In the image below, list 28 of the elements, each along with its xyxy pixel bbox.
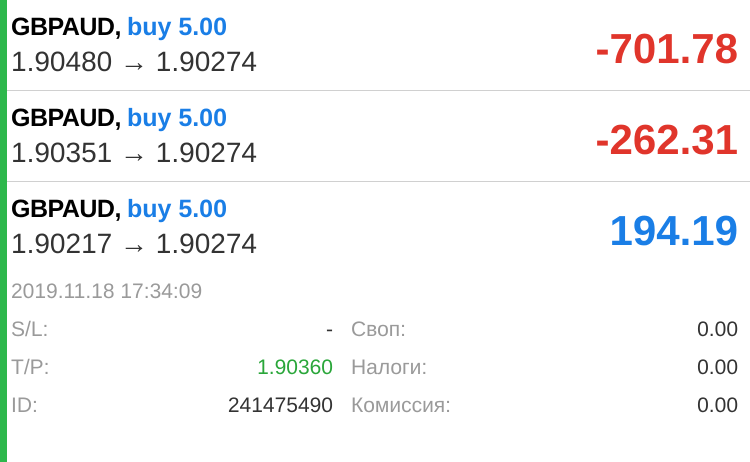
- symbol: GBPAUD,: [11, 194, 121, 224]
- detail-value: 0.00: [697, 318, 738, 342]
- price-change: 1.90217 → 1.90274: [11, 228, 258, 260]
- detail-value: -: [326, 318, 333, 342]
- detail-label: ID:: [11, 394, 38, 418]
- order-type: buy 5.00: [126, 12, 227, 42]
- order-type: buy 5.00: [126, 104, 227, 132]
- price-change: 1.90480 → 1.90274: [11, 46, 258, 78]
- symbol: GBPAUD,: [11, 104, 121, 132]
- detail-label: T/P:: [11, 356, 50, 380]
- position-row[interactable]: GBPAUD, buy 5.00 1.90351 → 1.90274 -262.31: [11, 91, 738, 181]
- profit: -701.78: [596, 25, 738, 73]
- detail-value: 0.00: [697, 394, 738, 418]
- open-time: 2019.11.18 17:34:09: [11, 280, 204, 304]
- detail-label: Налоги:: [351, 356, 428, 380]
- detail-value: 0.00: [697, 356, 738, 380]
- position-row[interactable]: GBPAUD, buy 5.00 1.90480 → 1.90274 -701.78: [11, 0, 738, 90]
- profit: -262.31: [596, 116, 738, 164]
- detail-value: 1.90360: [257, 356, 333, 380]
- order-type: buy 5.00: [126, 194, 227, 224]
- profit: 194.19: [610, 207, 738, 255]
- detail-value: 241475490: [228, 394, 333, 418]
- detail-label: Своп:: [351, 318, 406, 342]
- symbol: GBPAUD,: [11, 12, 121, 42]
- price-change: 1.90351 → 1.90274: [11, 136, 258, 168]
- position-row[interactable]: GBPAUD, buy 5.00 1.90217 → 1.90274 194.19: [11, 182, 738, 272]
- detail-label: S/L:: [11, 318, 48, 342]
- detail-label: Комиссия:: [351, 394, 452, 418]
